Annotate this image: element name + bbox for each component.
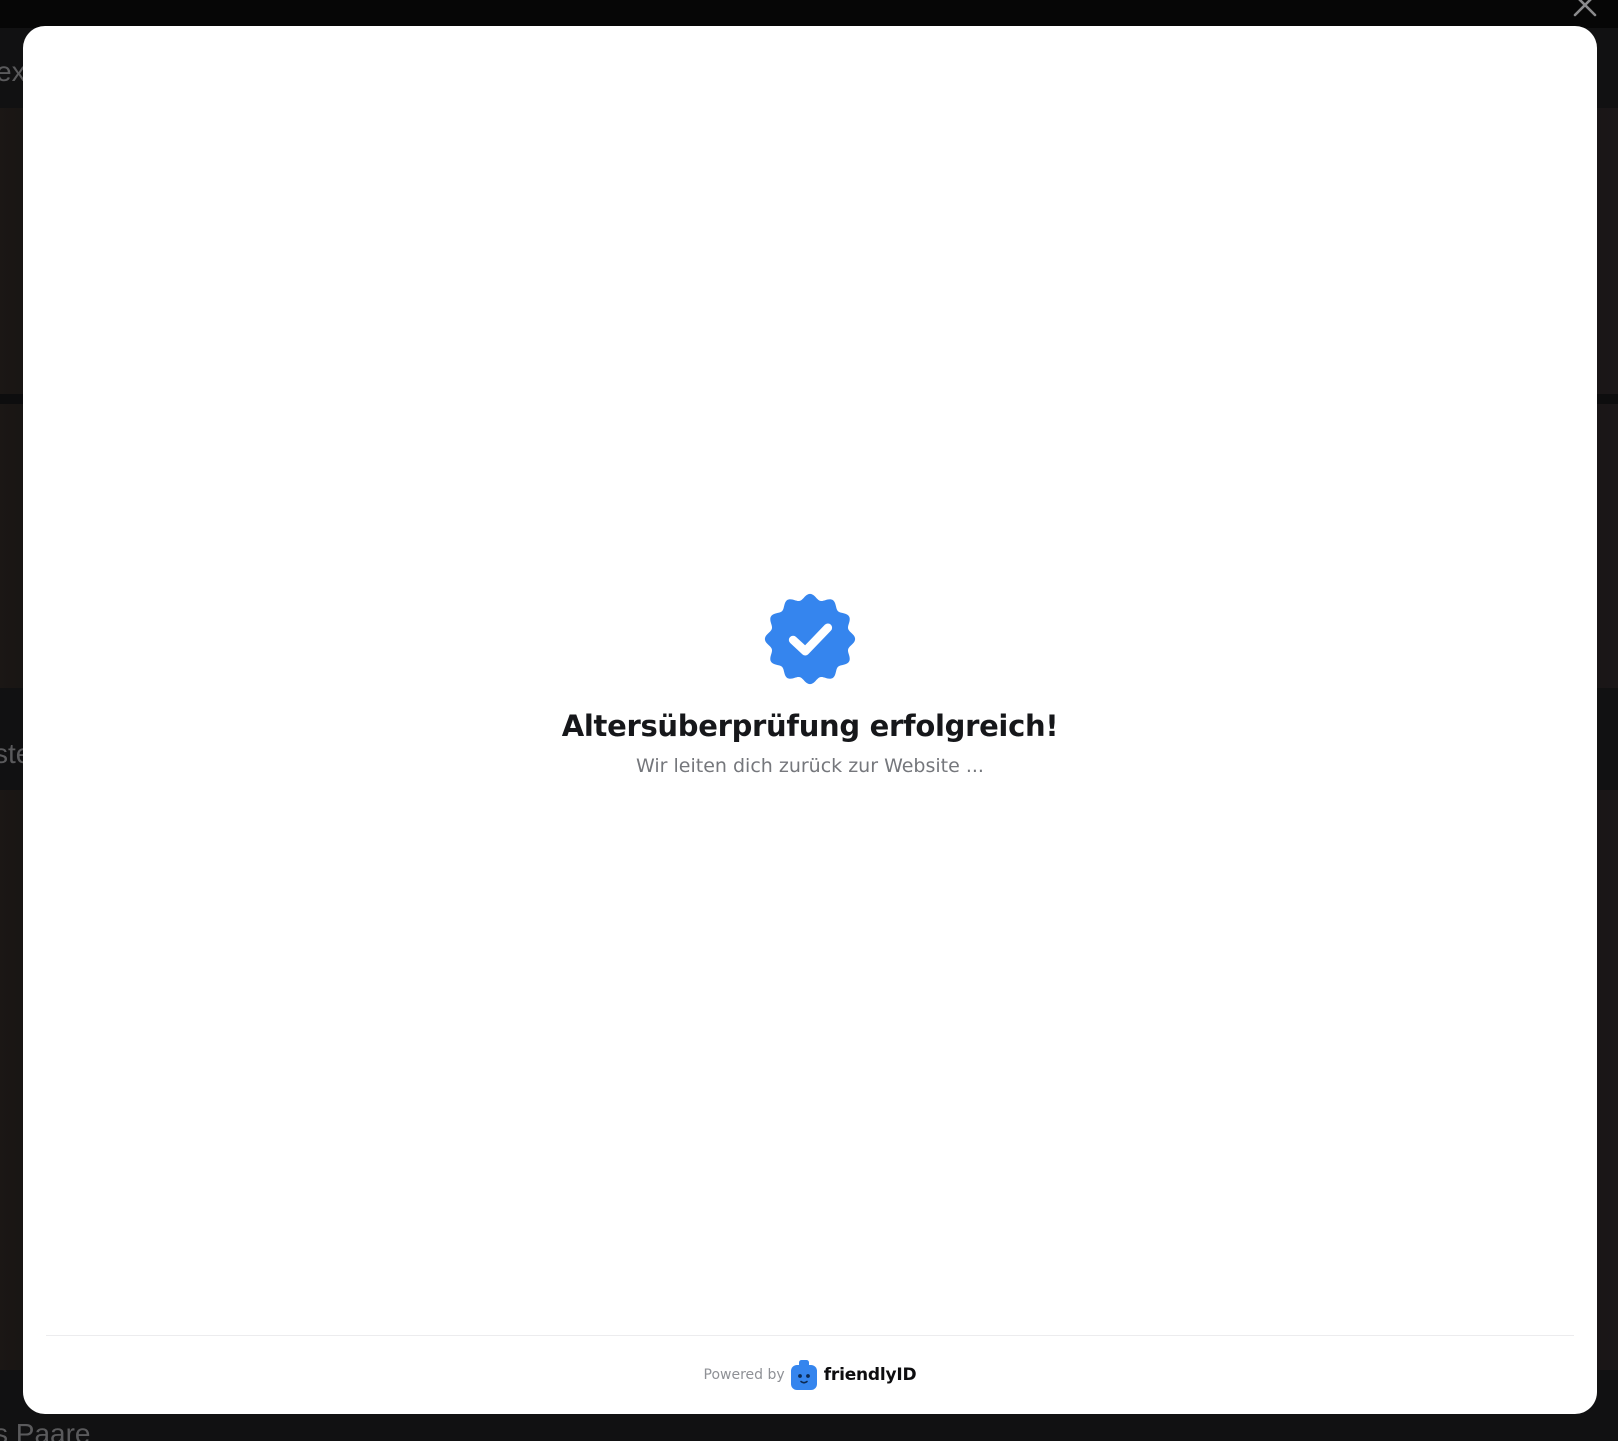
modal-footer: Powered by friendlyID: [23, 1336, 1597, 1414]
success-message: Altersüberprüfung erfolgreich! Wir leite…: [23, 592, 1597, 777]
friendlyid-logo-icon[interactable]: [790, 1359, 818, 1391]
verified-badge-icon: [764, 593, 856, 685]
page-title: Altersüberprüfung erfolgreich!: [561, 709, 1059, 743]
friendlyid-brand-name[interactable]: friendlyID: [824, 1365, 917, 1385]
background-heading-fragment: ex: [0, 56, 26, 87]
close-icon[interactable]: [1570, 0, 1600, 22]
age-verification-modal: Altersüberprüfung erfolgreich! Wir leite…: [23, 26, 1597, 1414]
modal-content: Altersüberprüfung erfolgreich! Wir leite…: [23, 26, 1597, 1335]
close-icon-glyph: [1573, 0, 1597, 17]
background-top-bar: [0, 0, 1618, 28]
powered-by-label: Powered by: [703, 1367, 785, 1383]
background-heading-fragment: s Paare: [0, 1418, 91, 1441]
redirect-message: Wir leiten dich zurück zur Website ...: [636, 755, 984, 777]
